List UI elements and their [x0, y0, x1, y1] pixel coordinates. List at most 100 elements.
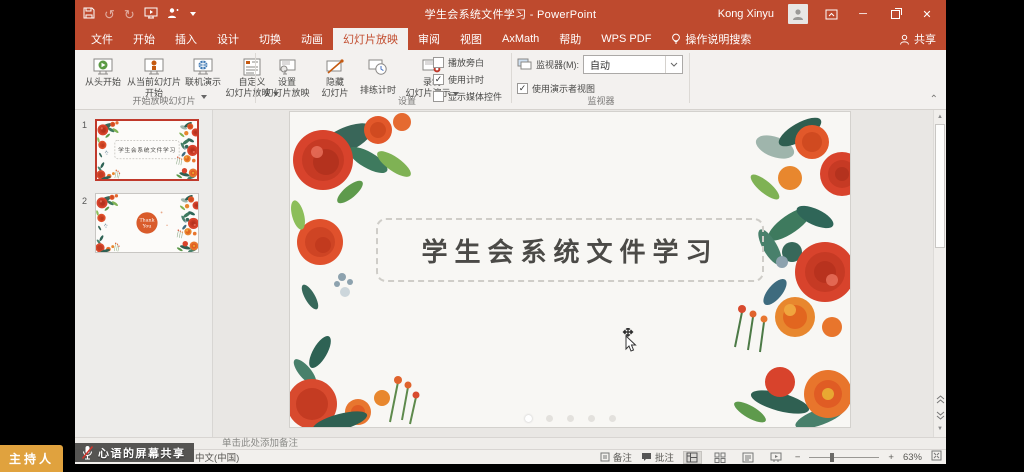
group-label: 监视器 [515, 94, 687, 107]
share-person-icon [899, 34, 910, 45]
group-start-slideshow: 从头开始 从当前幻灯片 开始 联机演示 [75, 50, 253, 109]
group-setup: 设置 幻灯片放映 隐藏 幻灯片 排练计时 [257, 50, 507, 109]
chevron-down-icon [665, 56, 682, 73]
ribbon-display-options-icon[interactable] [822, 5, 840, 23]
tab-file[interactable]: 文件 [81, 28, 123, 50]
monitor-row: 监视器(M): 自动 [517, 55, 683, 74]
rehearse-timings-button[interactable]: 排练计时 [355, 53, 401, 96]
slide-title-placeholder[interactable]: 学生会系统文件学习 [376, 218, 764, 282]
account-name[interactable]: Kong Xinyu [718, 8, 774, 20]
zoom-slider[interactable] [809, 457, 879, 458]
reading-view-icon [742, 452, 754, 463]
svg-text:学生会系统文件学习: 学生会系统文件学习 [118, 146, 176, 154]
monitor-icon [517, 58, 532, 71]
tab-help[interactable]: 帮助 [549, 28, 591, 50]
fit-to-window-icon[interactable] [931, 450, 942, 464]
group-separator [511, 53, 512, 103]
vertical-scrollbar[interactable]: ▲ ▼ [933, 110, 946, 437]
hide-slide-button[interactable]: 隐藏 幻灯片 [317, 53, 353, 99]
scrollbar-thumb[interactable] [935, 124, 945, 248]
notes-pane[interactable]: 单击此处添加备注 [75, 437, 946, 449]
scroll-down-icon[interactable]: ▼ [934, 423, 946, 435]
tab-axmath[interactable]: AxMath [492, 28, 549, 50]
from-beginning-button[interactable]: 从头开始 [83, 53, 123, 88]
tab-design[interactable]: 设计 [207, 28, 249, 50]
monitor-select[interactable]: 自动 [583, 55, 683, 74]
powerpoint-window: ↺ ↻ 学生会系统文件学习 - PowerPoint Kong Xinyu [75, 0, 946, 464]
zoom-in-button[interactable]: + [888, 452, 894, 463]
screen: ↺ ↻ 学生会系统文件学习 - PowerPoint Kong Xinyu [0, 0, 1024, 472]
share-button[interactable]: 共享 [899, 28, 936, 50]
tab-home[interactable]: 开始 [123, 28, 165, 50]
microphone-muted-icon [81, 445, 94, 460]
slide-number: 2 [82, 196, 87, 206]
tab-transitions[interactable]: 切换 [249, 28, 291, 50]
rehearse-timings-icon [367, 53, 389, 77]
play-narrations-checkbox[interactable]: 播放旁白 [433, 54, 502, 71]
tab-review[interactable]: 审阅 [408, 28, 450, 50]
slide-thumbnail-panel: 1 学生会系统文件学习 2 Thank You [75, 110, 213, 449]
from-current-slide-icon [143, 53, 165, 77]
thumbnail-slide-1[interactable]: 学生会系统文件学习 [95, 119, 199, 181]
tab-animations[interactable]: 动画 [291, 28, 333, 50]
tab-tell-me[interactable]: 操作说明搜索 [661, 28, 761, 50]
zoom-level[interactable]: 63% [903, 452, 922, 463]
tab-insert[interactable]: 插入 [165, 28, 207, 50]
group-label: 设置 [367, 94, 447, 107]
comments-icon [641, 452, 652, 462]
statusbar-right: 备注 批注 − + [600, 450, 942, 465]
carousel-dots [290, 415, 850, 422]
checkbox-icon [433, 57, 444, 68]
reading-view-button[interactable] [739, 451, 758, 464]
setup-slideshow-button[interactable]: 设置 幻灯片放映 [259, 53, 315, 99]
checkbox-icon: ✓ [433, 74, 444, 85]
slide-canvas[interactable]: 学生会系统文件学习 [290, 112, 850, 427]
screen-share-caption: 心语的屏幕共享 [75, 443, 194, 462]
slide-number: 1 [82, 120, 87, 130]
from-current-slide-button[interactable]: 从当前幻灯片 开始 [125, 53, 183, 99]
tab-slideshow[interactable]: 幻灯片放映 [333, 28, 408, 50]
avatar[interactable] [788, 4, 808, 24]
normal-view-icon [686, 452, 698, 463]
checkbox-icon: ✓ [517, 83, 528, 94]
from-beginning-icon [92, 53, 114, 77]
group-separator [689, 53, 690, 103]
slide-sorter-view-button[interactable] [711, 451, 730, 464]
zoom-slider-thumb[interactable] [830, 453, 834, 462]
scroll-up-icon[interactable]: ▲ [934, 111, 946, 123]
main-area: 1 学生会系统文件学习 2 Thank You [75, 110, 946, 437]
setup-slideshow-icon [276, 53, 298, 77]
thumbnail-slide-2[interactable]: Thank You [95, 193, 199, 253]
notes-toggle[interactable]: 备注 [600, 450, 632, 464]
lightbulb-icon [671, 33, 681, 45]
comments-toggle[interactable]: 批注 [641, 450, 674, 464]
slide-sorter-icon [714, 452, 726, 463]
hide-slide-icon [324, 53, 346, 77]
next-slide-button[interactable] [934, 408, 946, 422]
collapse-ribbon-icon[interactable]: ⌃ [930, 94, 938, 105]
slide-title-text: 学生会系统文件学习 [421, 232, 718, 269]
titlebar-controls: Kong Xinyu ─ ✕ [718, 0, 946, 28]
notes-icon [600, 452, 610, 462]
language-indicator[interactable]: 中文(中国) [195, 450, 239, 464]
present-online-icon [192, 53, 214, 77]
slideshow-view-button[interactable] [767, 451, 786, 464]
mouse-cursor [617, 328, 641, 359]
tab-view[interactable]: 视图 [450, 28, 492, 50]
svg-text:You: You [142, 223, 152, 229]
ribbon-tabs: 文件 开始 插入 设计 切换 动画 幻灯片放映 审阅 视图 AxMath 帮助 … [75, 28, 946, 50]
svg-text:Thank: Thank [140, 218, 155, 224]
previous-slide-button[interactable] [934, 393, 946, 407]
minimize-button[interactable]: ─ [854, 5, 872, 23]
ribbon: 从头开始 从当前幻灯片 开始 联机演示 [75, 50, 946, 110]
slideshow-view-icon [770, 452, 782, 463]
normal-view-button[interactable] [683, 451, 702, 464]
group-label: 开始放映幻灯片 [75, 94, 253, 107]
status-bar: 中文(中国) 备注 批注 [75, 449, 946, 464]
zoom-out-button[interactable]: − [795, 452, 801, 463]
tab-wps-pdf[interactable]: WPS PDF [591, 28, 661, 50]
use-timings-checkbox[interactable]: ✓ 使用计时 [433, 71, 502, 88]
close-button[interactable]: ✕ [918, 5, 936, 23]
host-badge: 主持人 [0, 445, 63, 472]
maximize-button[interactable] [886, 5, 904, 23]
